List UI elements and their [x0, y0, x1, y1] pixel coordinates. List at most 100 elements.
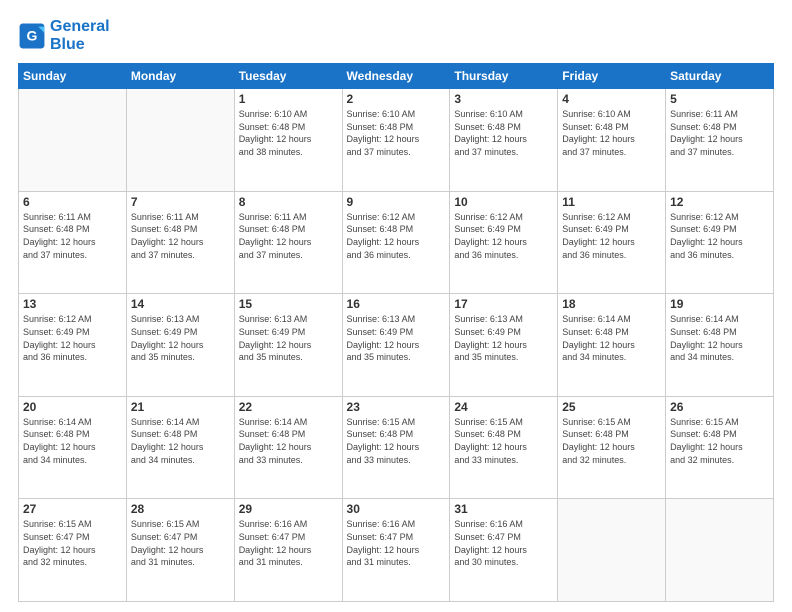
calendar-cell: 30 Sunrise: 6:16 AM Sunset: 6:47 PM Dayli… [342, 499, 450, 602]
calendar-cell: 5 Sunrise: 6:11 AM Sunset: 6:48 PM Daylig… [666, 89, 774, 192]
day-number: 2 [347, 92, 446, 106]
day-info: Sunrise: 6:16 AM Sunset: 6:47 PM Dayligh… [347, 518, 446, 568]
day-info: Sunrise: 6:13 AM Sunset: 6:49 PM Dayligh… [347, 313, 446, 363]
day-number: 24 [454, 400, 553, 414]
weekday-header-friday: Friday [558, 64, 666, 89]
calendar-cell: 24Sunrise: 6:15 AM Sunset: 6:48 PM Dayli… [450, 396, 558, 499]
day-number: 9 [347, 195, 446, 209]
day-number: 7 [131, 195, 230, 209]
calendar-cell: 1 Sunrise: 6:10 AM Sunset: 6:48 PM Daylig… [234, 89, 342, 192]
calendar-week-0: 1 Sunrise: 6:10 AM Sunset: 6:48 PM Daylig… [19, 89, 774, 192]
calendar-cell: 21 Sunrise: 6:14 AM Sunset: 6:48 PM Dayli… [126, 396, 234, 499]
day-info: Sunrise: 6:12 AM Sunset: 6:49 PM Dayligh… [454, 211, 553, 261]
calendar-cell: 8 Sunrise: 6:11 AM Sunset: 6:48 PM Daylig… [234, 191, 342, 294]
weekday-header-saturday: Saturday [666, 64, 774, 89]
calendar-week-4: 27 Sunrise: 6:15 AM Sunset: 6:47 PM Dayli… [19, 499, 774, 602]
day-number: 30 [347, 502, 446, 516]
day-info: Sunrise: 6:13 AM Sunset: 6:49 PM Dayligh… [239, 313, 338, 363]
calendar-cell: 25 Sunrise: 6:15 AM Sunset: 6:48 PM Dayli… [558, 396, 666, 499]
calendar-cell: 20 Sunrise: 6:14 AM Sunset: 6:48 PM Dayli… [19, 396, 127, 499]
day-info: Sunrise: 6:10 AM Sunset: 6:48 PM Dayligh… [562, 108, 661, 158]
day-info: Sunrise: 6:13 AM Sunset: 6:49 PM Dayligh… [131, 313, 230, 363]
day-info: Sunrise: 6:15 AM Sunset: 6:47 PM Dayligh… [23, 518, 122, 568]
calendar-cell: 17 Sunrise: 6:13 AM Sunset: 6:49 PM Dayli… [450, 294, 558, 397]
calendar-cell [666, 499, 774, 602]
weekday-header-tuesday: Tuesday [234, 64, 342, 89]
day-number: 11 [562, 195, 661, 209]
day-number: 26 [670, 400, 769, 414]
day-number: 10 [454, 195, 553, 209]
day-info: Sunrise: 6:10 AM Sunset: 6:48 PM Dayligh… [347, 108, 446, 158]
calendar-cell: 12Sunrise: 6:12 AM Sunset: 6:49 PM Dayli… [666, 191, 774, 294]
day-info: Sunrise: 6:14 AM Sunset: 6:48 PM Dayligh… [131, 416, 230, 466]
day-info: Sunrise: 6:15 AM Sunset: 6:48 PM Dayligh… [562, 416, 661, 466]
day-number: 29 [239, 502, 338, 516]
day-info: Sunrise: 6:15 AM Sunset: 6:48 PM Dayligh… [670, 416, 769, 466]
day-info: Sunrise: 6:11 AM Sunset: 6:48 PM Dayligh… [131, 211, 230, 261]
calendar-cell: 11 Sunrise: 6:12 AM Sunset: 6:49 PM Dayli… [558, 191, 666, 294]
day-number: 20 [23, 400, 122, 414]
logo-text: General Blue [50, 18, 110, 53]
day-number: 27 [23, 502, 122, 516]
calendar-cell: 26 Sunrise: 6:15 AM Sunset: 6:48 PM Dayli… [666, 396, 774, 499]
calendar-cell: 3 Sunrise: 6:10 AM Sunset: 6:48 PM Daylig… [450, 89, 558, 192]
day-info: Sunrise: 6:12 AM Sunset: 6:49 PM Dayligh… [562, 211, 661, 261]
day-number: 17 [454, 297, 553, 311]
calendar-cell: 19Sunrise: 6:14 AM Sunset: 6:48 PM Dayli… [666, 294, 774, 397]
day-number: 6 [23, 195, 122, 209]
calendar-cell: 14Sunrise: 6:13 AM Sunset: 6:49 PM Dayli… [126, 294, 234, 397]
day-number: 4 [562, 92, 661, 106]
calendar-cell: 15Sunrise: 6:13 AM Sunset: 6:49 PM Dayli… [234, 294, 342, 397]
day-number: 21 [131, 400, 230, 414]
day-info: Sunrise: 6:11 AM Sunset: 6:48 PM Dayligh… [239, 211, 338, 261]
calendar-cell: 4 Sunrise: 6:10 AM Sunset: 6:48 PM Daylig… [558, 89, 666, 192]
calendar-cell: 16 Sunrise: 6:13 AM Sunset: 6:49 PM Dayli… [342, 294, 450, 397]
calendar-week-1: 6 Sunrise: 6:11 AM Sunset: 6:48 PM Daylig… [19, 191, 774, 294]
day-info: Sunrise: 6:14 AM Sunset: 6:48 PM Dayligh… [23, 416, 122, 466]
day-number: 5 [670, 92, 769, 106]
calendar-cell: 29 Sunrise: 6:16 AM Sunset: 6:47 PM Dayli… [234, 499, 342, 602]
day-info: Sunrise: 6:15 AM Sunset: 6:48 PM Dayligh… [347, 416, 446, 466]
day-number: 3 [454, 92, 553, 106]
day-info: Sunrise: 6:16 AM Sunset: 6:47 PM Dayligh… [454, 518, 553, 568]
calendar-cell: 2 Sunrise: 6:10 AM Sunset: 6:48 PM Daylig… [342, 89, 450, 192]
day-number: 8 [239, 195, 338, 209]
day-number: 23 [347, 400, 446, 414]
day-info: Sunrise: 6:11 AM Sunset: 6:48 PM Dayligh… [23, 211, 122, 261]
calendar-cell: 6 Sunrise: 6:11 AM Sunset: 6:48 PM Daylig… [19, 191, 127, 294]
day-number: 13 [23, 297, 122, 311]
svg-text:G: G [27, 27, 38, 43]
calendar-cell: 9 Sunrise: 6:12 AM Sunset: 6:48 PM Daylig… [342, 191, 450, 294]
calendar-cell: 13Sunrise: 6:12 AM Sunset: 6:49 PM Dayli… [19, 294, 127, 397]
day-number: 31 [454, 502, 553, 516]
calendar-cell: 27 Sunrise: 6:15 AM Sunset: 6:47 PM Dayli… [19, 499, 127, 602]
day-info: Sunrise: 6:15 AM Sunset: 6:47 PM Dayligh… [131, 518, 230, 568]
day-number: 12 [670, 195, 769, 209]
calendar-cell [126, 89, 234, 192]
weekday-header-thursday: Thursday [450, 64, 558, 89]
logo: G General Blue [18, 18, 110, 53]
day-info: Sunrise: 6:10 AM Sunset: 6:48 PM Dayligh… [454, 108, 553, 158]
calendar-page: G General Blue SundayMondayTuesdayWednes… [0, 0, 792, 612]
day-info: Sunrise: 6:14 AM Sunset: 6:48 PM Dayligh… [562, 313, 661, 363]
calendar-cell: 7 Sunrise: 6:11 AM Sunset: 6:48 PM Daylig… [126, 191, 234, 294]
weekday-header-wednesday: Wednesday [342, 64, 450, 89]
day-info: Sunrise: 6:10 AM Sunset: 6:48 PM Dayligh… [239, 108, 338, 158]
calendar-cell: 23 Sunrise: 6:15 AM Sunset: 6:48 PM Dayli… [342, 396, 450, 499]
day-info: Sunrise: 6:13 AM Sunset: 6:49 PM Dayligh… [454, 313, 553, 363]
logo-icon: G [18, 22, 46, 50]
day-number: 25 [562, 400, 661, 414]
calendar-cell: 22Sunrise: 6:14 AM Sunset: 6:48 PM Dayli… [234, 396, 342, 499]
weekday-header-sunday: Sunday [19, 64, 127, 89]
day-number: 1 [239, 92, 338, 106]
day-info: Sunrise: 6:11 AM Sunset: 6:48 PM Dayligh… [670, 108, 769, 158]
header: G General Blue [18, 18, 774, 53]
day-number: 28 [131, 502, 230, 516]
calendar-table: SundayMondayTuesdayWednesdayThursdayFrid… [18, 63, 774, 602]
day-info: Sunrise: 6:12 AM Sunset: 6:48 PM Dayligh… [347, 211, 446, 261]
day-info: Sunrise: 6:16 AM Sunset: 6:47 PM Dayligh… [239, 518, 338, 568]
weekday-header-monday: Monday [126, 64, 234, 89]
day-number: 22 [239, 400, 338, 414]
day-number: 16 [347, 297, 446, 311]
day-number: 18 [562, 297, 661, 311]
